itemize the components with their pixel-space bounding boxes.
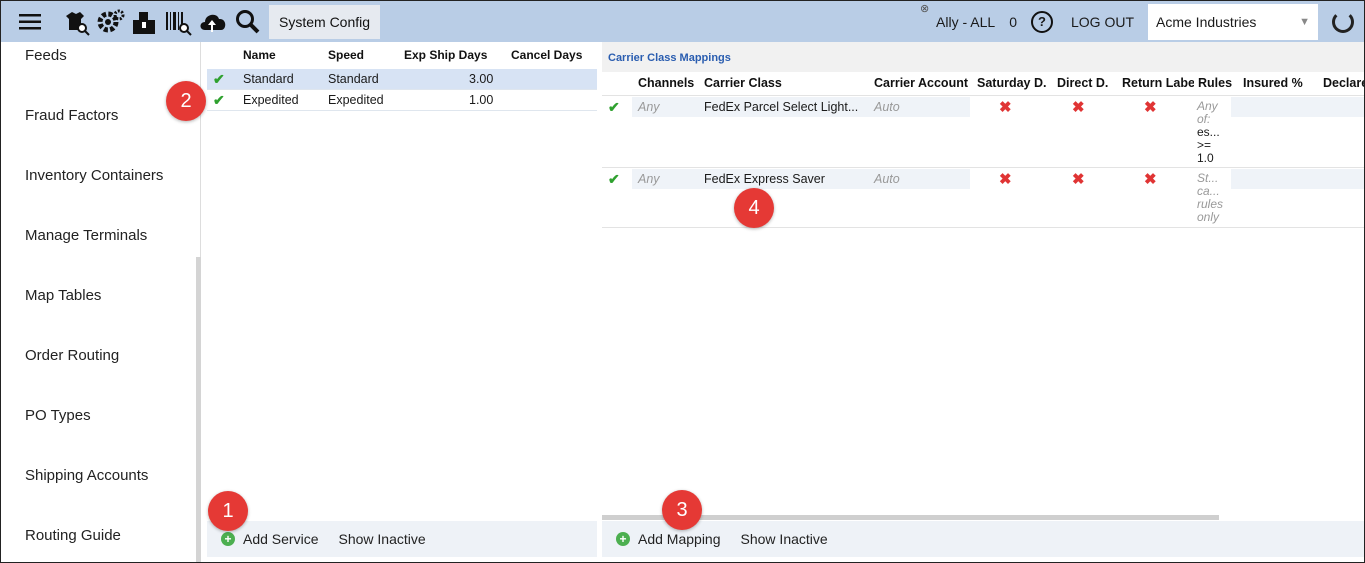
callout-badge-3: 3 [662,490,702,530]
carrier-account-value: Auto [874,172,900,186]
column-header-direct-delivery[interactable]: Direct D. [1057,76,1108,90]
help-icon[interactable]: ? [1030,10,1053,33]
notification-count[interactable]: 0 [1009,14,1017,30]
table-row[interactable]: ✔ Any FedEx Parcel Select Light... Auto … [602,95,1364,168]
sidebar-item-inventory-containers[interactable]: Inventory Containers [25,167,163,184]
show-inactive-mappings-button[interactable]: Show Inactive [741,531,828,547]
column-header-carrier-account[interactable]: Carrier Account [874,76,968,90]
sidebar-item-shipping-accounts[interactable]: Shipping Accounts [25,467,148,484]
product-search-icon[interactable] [61,7,91,37]
show-inactive-services-button[interactable]: Show Inactive [338,531,425,547]
column-header-cancel-days[interactable]: Cancel Days [511,48,582,62]
dropdown-arrow-icon: ▼ [1299,15,1310,28]
callout-badge-4: 4 [734,188,774,228]
carrier-class-value: FedEx Parcel Select Light... [704,100,859,114]
carrier-class-value: FedEx Express Saver [704,172,825,186]
sidebar-item-manage-terminals[interactable]: Manage Terminals [25,227,147,244]
barcode-search-icon[interactable] [163,7,193,37]
direct-delivery-x-icon: ✖ [1072,171,1085,188]
services-panel: Name Speed Exp Ship Days Cancel Days ✔ S… [207,42,597,557]
logout-button[interactable]: LOG OUT [1071,14,1134,30]
service-name: Expedited [243,93,299,107]
rules-value: Any of: es... >= 1.0 [1197,100,1227,165]
table-row[interactable]: ✔ Standard Standard 3.00 [207,69,597,90]
add-icon[interactable]: + [221,532,235,546]
services-footer: + Add Service Show Inactive [207,521,597,557]
saturday-delivery-x-icon: ✖ [999,171,1012,188]
return-label-x-icon: ✖ [1144,171,1157,188]
column-header-rules[interactable]: Rules [1198,76,1232,90]
add-service-button[interactable]: Add Service [243,531,318,547]
service-exp-ship-days: 3.00 [469,72,494,86]
shipping-box-icon[interactable] [129,7,159,37]
column-header-return-label[interactable]: Return Labe [1122,76,1194,90]
channels-value: Any [638,100,660,114]
direct-delivery-x-icon: ✖ [1072,99,1085,116]
ally-label: Ally - ALL [936,13,996,30]
sidebar-item-routing-guide[interactable]: Routing Guide [25,527,121,544]
active-check-icon: ✔ [608,171,620,187]
sidebar: Feeds Fraud Factors Inventory Containers… [1,42,201,562]
company-select[interactable]: Acme Industries ▼ [1148,3,1318,40]
rules-line: only [1197,210,1220,224]
ally-filter[interactable]: ⊗ Ally - ALL [920,3,996,30]
insured-cell [1231,97,1364,117]
service-exp-ship-days: 1.00 [469,93,494,107]
rules-line: 1.0 [1197,151,1214,165]
column-header-carrier-class[interactable]: Carrier Class [704,76,782,90]
service-name: Standard [243,72,294,86]
carrier-class-mappings-panel: Carrier Class Mappings Channels Carrier … [602,42,1364,557]
column-header-name[interactable]: Name [243,48,276,62]
add-icon[interactable]: + [616,532,630,546]
callout-badge-1: 1 [208,491,248,531]
sidebar-scrollbar[interactable] [196,257,201,562]
column-header-declared[interactable]: Declare [1323,76,1364,90]
sidebar-item-order-routing[interactable]: Order Routing [25,347,119,364]
mappings-footer: + Add Mapping Show Inactive [602,521,1364,557]
saturday-delivery-x-icon: ✖ [999,99,1012,116]
top-bar: System Config ⊗ Ally - ALL 0 ? LOG OUT A… [1,1,1364,42]
sidebar-item-fraud-factors[interactable]: Fraud Factors [25,107,118,124]
column-header-insured-percent[interactable]: Insured % [1243,76,1303,90]
active-check-icon: ✔ [608,99,620,115]
service-speed: Standard [328,72,379,86]
return-label-x-icon: ✖ [1144,99,1157,116]
sidebar-item-po-types[interactable]: PO Types [25,407,91,424]
menu-icon[interactable] [15,7,45,37]
sidebar-item-map-tables[interactable]: Map Tables [25,287,101,304]
clear-filter-icon[interactable]: ⊗ [920,2,929,15]
company-select-value: Acme Industries [1156,13,1257,30]
table-row[interactable]: ✔ Expedited Expedited 1.00 [207,90,597,111]
table-row[interactable]: ✔ Any FedEx Express Saver Auto ✖ ✖ ✖ St.… [602,168,1364,228]
add-mapping-button[interactable]: Add Mapping [638,531,721,547]
channels-value: Any [638,172,660,186]
active-check-icon: ✔ [213,71,225,87]
service-speed: Expedited [328,93,384,107]
sidebar-item-feeds[interactable]: Feeds [25,47,67,64]
search-icon[interactable] [233,7,263,37]
active-check-icon: ✔ [213,92,225,108]
carrier-account-value: Auto [874,100,900,114]
rules-value: St... ca... rules only [1197,172,1227,224]
column-header-speed[interactable]: Speed [328,48,364,62]
panel-title: Carrier Class Mappings [602,42,1364,72]
column-header-saturday-delivery[interactable]: Saturday D. [977,76,1046,90]
refresh-icon[interactable] [1332,10,1354,33]
insured-cell [1231,169,1364,189]
cloud-upload-icon[interactable] [197,7,227,37]
system-config-button[interactable]: System Config [269,4,381,39]
settings-gears-icon[interactable] [95,7,125,37]
column-header-channels[interactable]: Channels [638,76,694,90]
column-header-exp-ship-days[interactable]: Exp Ship Days [404,48,487,62]
callout-badge-2: 2 [166,81,206,121]
